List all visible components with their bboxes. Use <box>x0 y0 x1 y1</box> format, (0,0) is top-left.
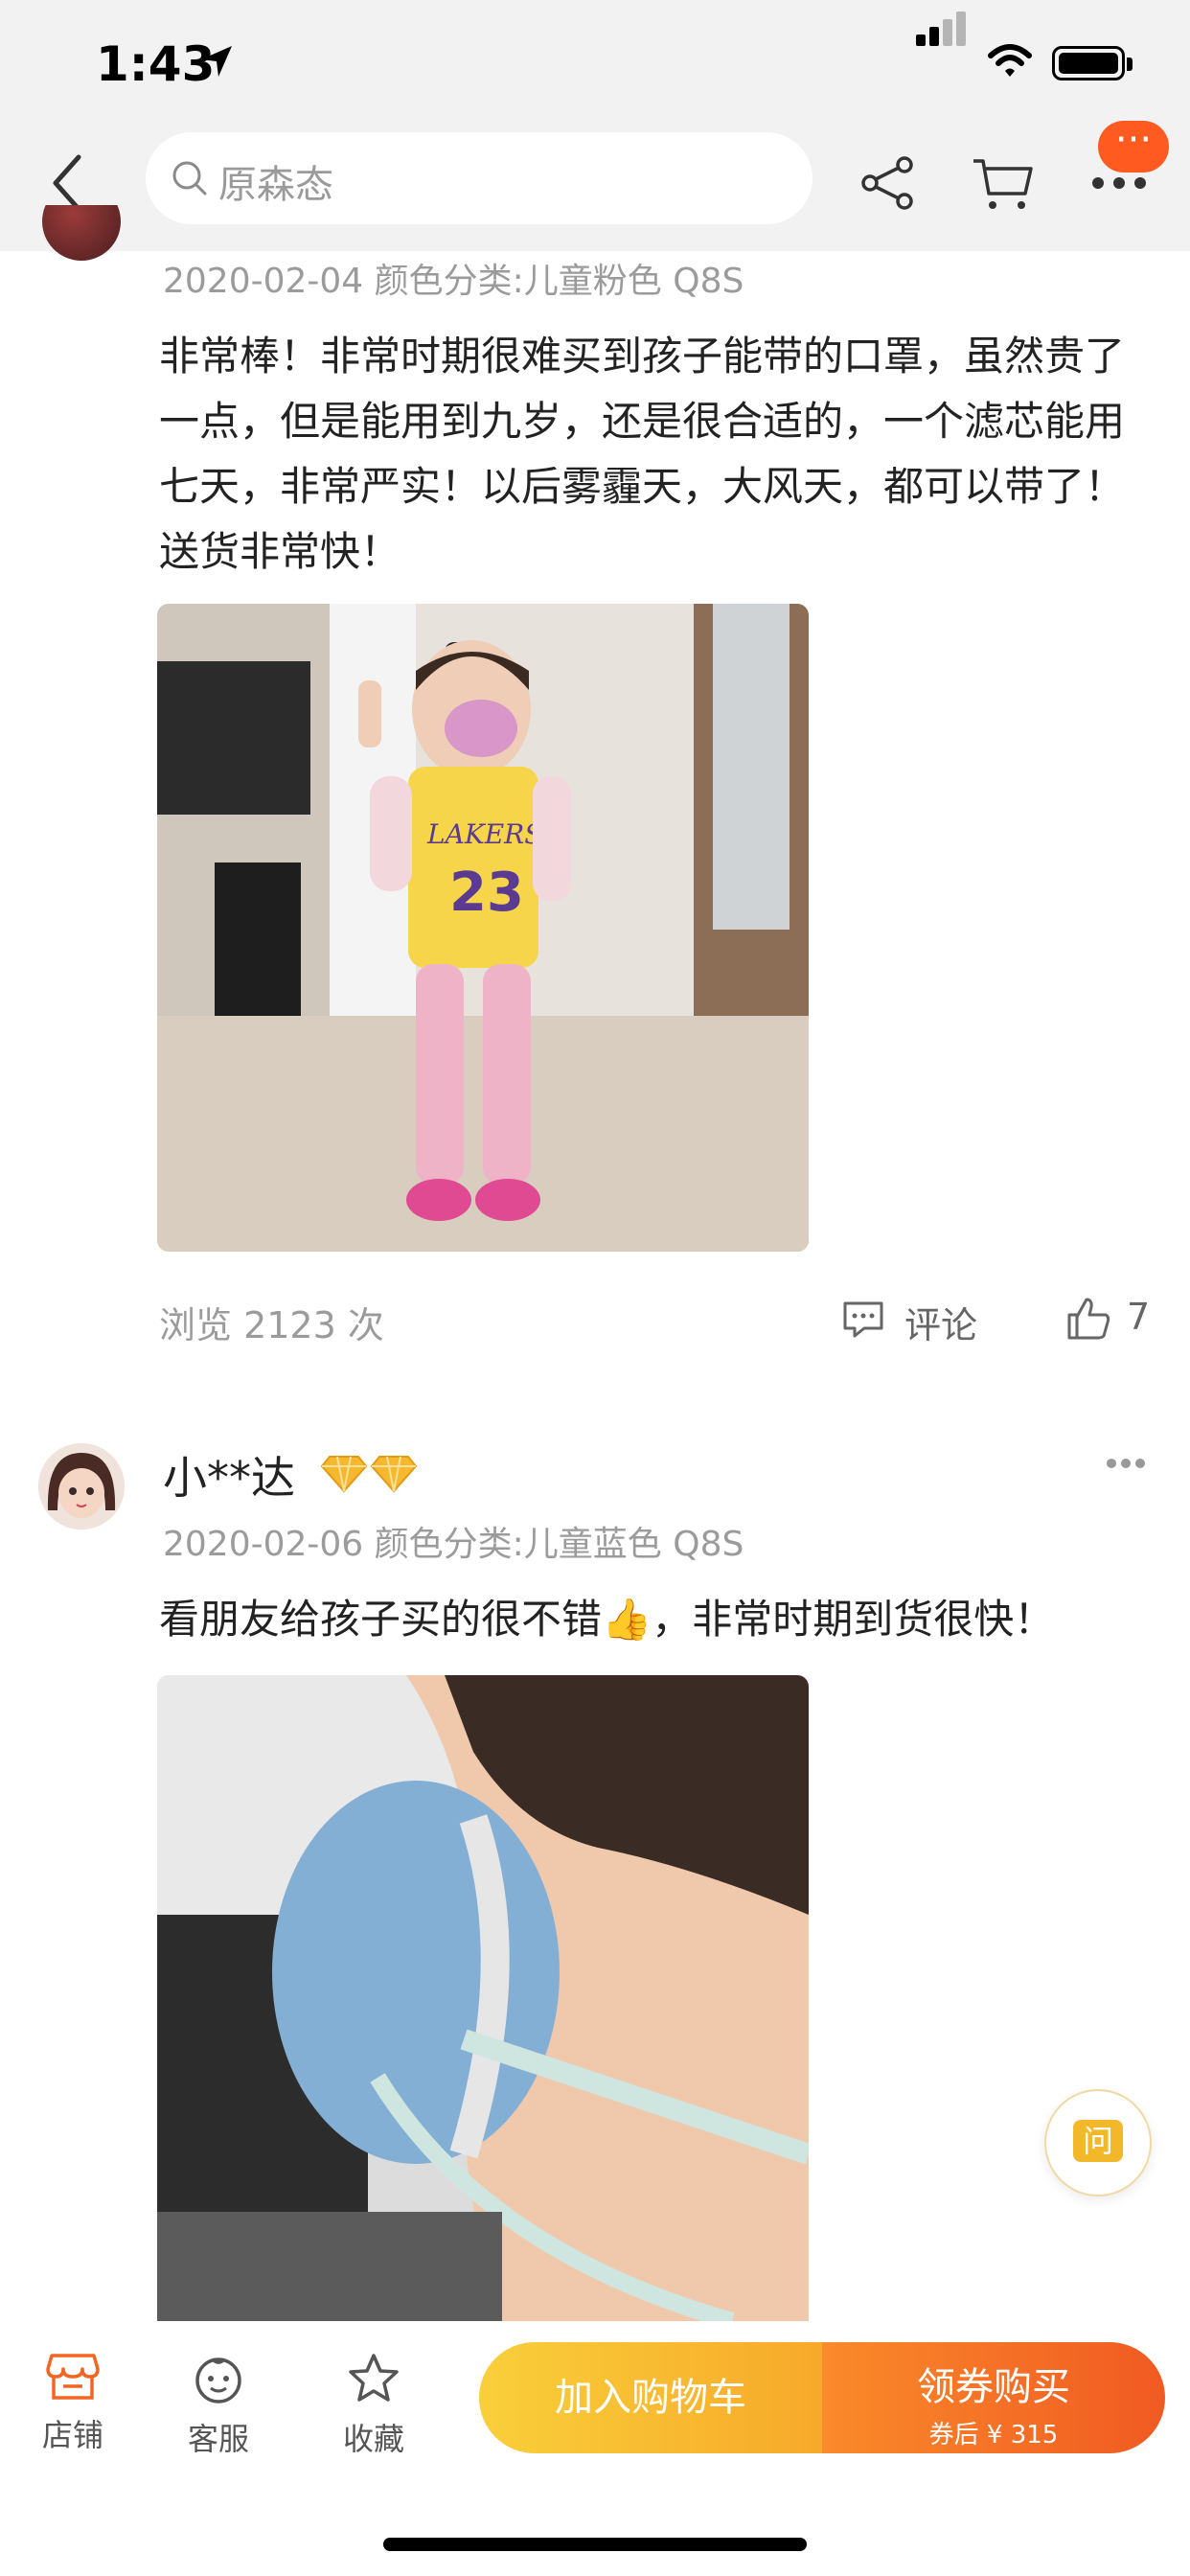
vip-diamond-icon <box>320 1456 368 1493</box>
view-count: 浏览 2123 次 <box>159 1304 384 1346</box>
add-to-cart-button[interactable]: 加入购物车 <box>479 2342 822 2453</box>
review-text: 非常棒！非常时期很难买到孩子能带的口罩，虽然贵了一点，但是能用到九岁，还是很合适… <box>159 333 1126 575</box>
review-meta: 2020-02-06 颜色分类:儿童蓝色 Q8S <box>163 1525 744 1564</box>
store-icon <box>46 2354 100 2400</box>
battery-cap <box>1127 58 1133 71</box>
comment-icon[interactable] <box>841 1298 885 1342</box>
review-text: 看朋友给孩子买的很不错👍，非常时期到货很快！ <box>159 1596 1055 1643</box>
vip-diamond-icon <box>370 1456 418 1493</box>
like-count: 7 <box>1127 1296 1151 1338</box>
tab-label: 店铺 <box>41 2417 103 2453</box>
star-icon <box>349 2354 399 2402</box>
more-menu-icon[interactable] <box>1090 171 1148 196</box>
buy-with-coupon-button[interactable]: 领券购买 券后 ¥ 315 <box>822 2342 1165 2453</box>
tab-store[interactable]: 店铺 <box>15 2352 130 2455</box>
search-input[interactable]: 原森态 <box>146 132 812 224</box>
thumbs-up-icon[interactable] <box>1065 1296 1111 1342</box>
tab-favorite[interactable]: 收藏 <box>316 2352 431 2459</box>
share-icon[interactable] <box>858 153 918 213</box>
reviewer-avatar[interactable] <box>42 205 121 264</box>
customer-service-icon <box>195 2358 241 2404</box>
location-arrow-icon <box>201 46 232 77</box>
buy-button-label: 领券购买 <box>917 2365 1070 2409</box>
reviewer-avatar[interactable] <box>38 1443 125 1530</box>
reviewer-username[interactable]: 小**达 <box>163 1443 295 1506</box>
child-pink-mask-photo: LAKERS 23 <box>157 604 809 1252</box>
ask-button[interactable]: 问 <box>1044 2089 1152 2196</box>
review-photo[interactable]: LAKERS 23 <box>157 604 809 1252</box>
review-more-icon[interactable] <box>1106 1457 1146 1470</box>
battery-icon <box>1052 46 1125 80</box>
wifi-icon <box>988 44 1032 77</box>
review-photo[interactable] <box>157 1675 809 2321</box>
buy-button-price: 券后 ¥ 315 <box>928 2421 1059 2450</box>
review-meta: 2020-02-04 颜色分类:儿童粉色 Q8S <box>163 262 744 301</box>
tab-label: 收藏 <box>342 2421 404 2457</box>
jersey-brand: LAKERS <box>426 818 542 850</box>
shopping-cart-icon[interactable] <box>972 155 1035 213</box>
message-badge[interactable]: ··· <box>1098 121 1169 172</box>
home-indicator <box>383 2538 807 2551</box>
jersey-number: 23 <box>449 862 524 924</box>
search-placeholder: 原森态 <box>218 163 333 207</box>
tab-customer-service[interactable]: 客服 <box>161 2352 276 2459</box>
comment-button-label[interactable]: 评论 <box>904 1296 977 1348</box>
search-icon <box>172 161 207 196</box>
top-bar: 1:43 原森态 ··· <box>0 0 1190 251</box>
tab-label: 客服 <box>187 2421 249 2457</box>
ask-icon: 问 <box>1073 2120 1123 2162</box>
avatar-image <box>38 1443 125 1530</box>
child-blue-mask-photo <box>157 1675 809 2321</box>
